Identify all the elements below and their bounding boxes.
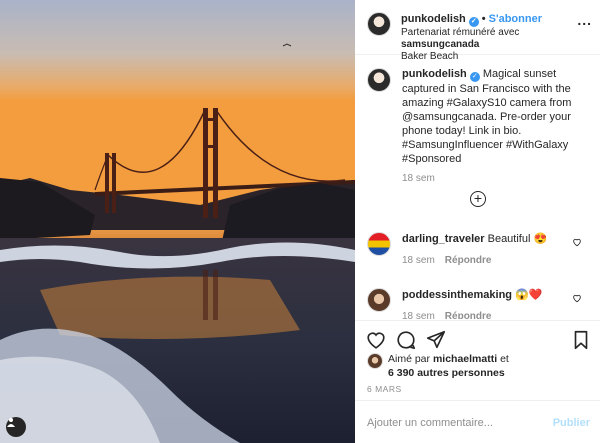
- caption-username[interactable]: punkodelish: [402, 68, 467, 80]
- caption-verified-icon: ✓: [469, 72, 480, 82]
- likes-conj: et: [500, 353, 509, 365]
- follow-button[interactable]: S'abonner: [489, 13, 542, 25]
- add-comment-bar: Ajouter un commentaire... Publier: [355, 400, 600, 443]
- caption-body: punkodelish ✓ Magical sunset captured in …: [402, 67, 592, 166]
- author-username[interactable]: punkodelish: [401, 13, 466, 25]
- caption-text: Magical sunset captured in San Francisco…: [402, 68, 572, 165]
- comment-time[interactable]: 18 sem: [402, 311, 435, 319]
- partnership-prefix: Partenariat rémunéré avec: [401, 27, 520, 38]
- share-icon[interactable]: [425, 329, 447, 351]
- reply-button[interactable]: Répondre: [445, 311, 492, 319]
- more-options-button[interactable]: ...: [577, 12, 592, 28]
- comment-meta: 18 sem Répondre: [402, 255, 491, 266]
- post-header: punkodelish ✓ • S'abonner Partenariat rémun…: [355, 0, 600, 62]
- likes-others-link[interactable]: 6 390 autres personnes: [388, 367, 505, 379]
- commenter-username[interactable]: poddessinthemaking: [402, 289, 512, 301]
- bookmark-icon[interactable]: [570, 329, 592, 351]
- author-line: punkodelish ✓ • S'abonner: [401, 13, 542, 27]
- commenter-avatar[interactable]: [367, 232, 391, 256]
- user-tag-icon: [7, 418, 15, 427]
- author-avatar[interactable]: [367, 12, 391, 36]
- caption-time[interactable]: 18 sem: [402, 173, 435, 184]
- separator-dot: •: [481, 13, 486, 25]
- comment-like-heart-icon[interactable]: [572, 237, 582, 247]
- commenter-username[interactable]: darling_traveler: [402, 233, 485, 245]
- post-date[interactable]: 6 MARS: [367, 384, 402, 394]
- likes-summary: Aimé par michaelmatti et 6 390 autres pe…: [355, 350, 600, 380]
- reply-button[interactable]: Répondre: [445, 255, 492, 266]
- user-tag-button[interactable]: [6, 417, 26, 437]
- comment-time[interactable]: 18 sem: [402, 255, 435, 266]
- heart-icon[interactable]: [365, 329, 387, 351]
- verified-badge-icon: ✓: [468, 17, 479, 27]
- comment-text: 😱❤️: [515, 289, 543, 301]
- comment-meta: 18 sem Répondre: [402, 311, 491, 319]
- caption-avatar[interactable]: [367, 68, 391, 92]
- comment-item: darling_traveler Beautiful 😍 18 sem Répon…: [355, 228, 600, 283]
- partner-link[interactable]: samsungcanada: [401, 39, 479, 50]
- publish-button[interactable]: Publier: [553, 417, 590, 429]
- comment-input[interactable]: Ajouter un commentaire...: [367, 417, 493, 429]
- liker-username[interactable]: michaelmatti: [433, 353, 497, 365]
- post-photo[interactable]: [0, 0, 355, 443]
- comment-body: darling_traveler Beautiful 😍: [402, 232, 572, 245]
- comment-item: poddessinthemaking 😱❤️ 18 sem Répondre: [355, 284, 600, 319]
- likes-text: Aimé par michaelmatti et 6 390 autres pe…: [388, 352, 588, 380]
- comment-body: poddessinthemaking 😱❤️: [402, 288, 572, 301]
- likes-prefix: Aimé par: [388, 353, 431, 365]
- liker-avatar[interactable]: [367, 353, 383, 369]
- photo-illustration: [0, 0, 355, 443]
- post-caption: punkodelish ✓ Magical sunset captured in …: [355, 55, 600, 222]
- load-more-comments-icon[interactable]: +: [470, 191, 486, 207]
- commenter-avatar[interactable]: [367, 288, 391, 312]
- comment-icon[interactable]: [395, 329, 417, 351]
- comment-text: Beautiful 😍: [487, 233, 548, 245]
- post-side-panel: punkodelish ✓ • S'abonner Partenariat rémun…: [355, 0, 600, 443]
- comment-like-heart-icon[interactable]: [572, 293, 582, 303]
